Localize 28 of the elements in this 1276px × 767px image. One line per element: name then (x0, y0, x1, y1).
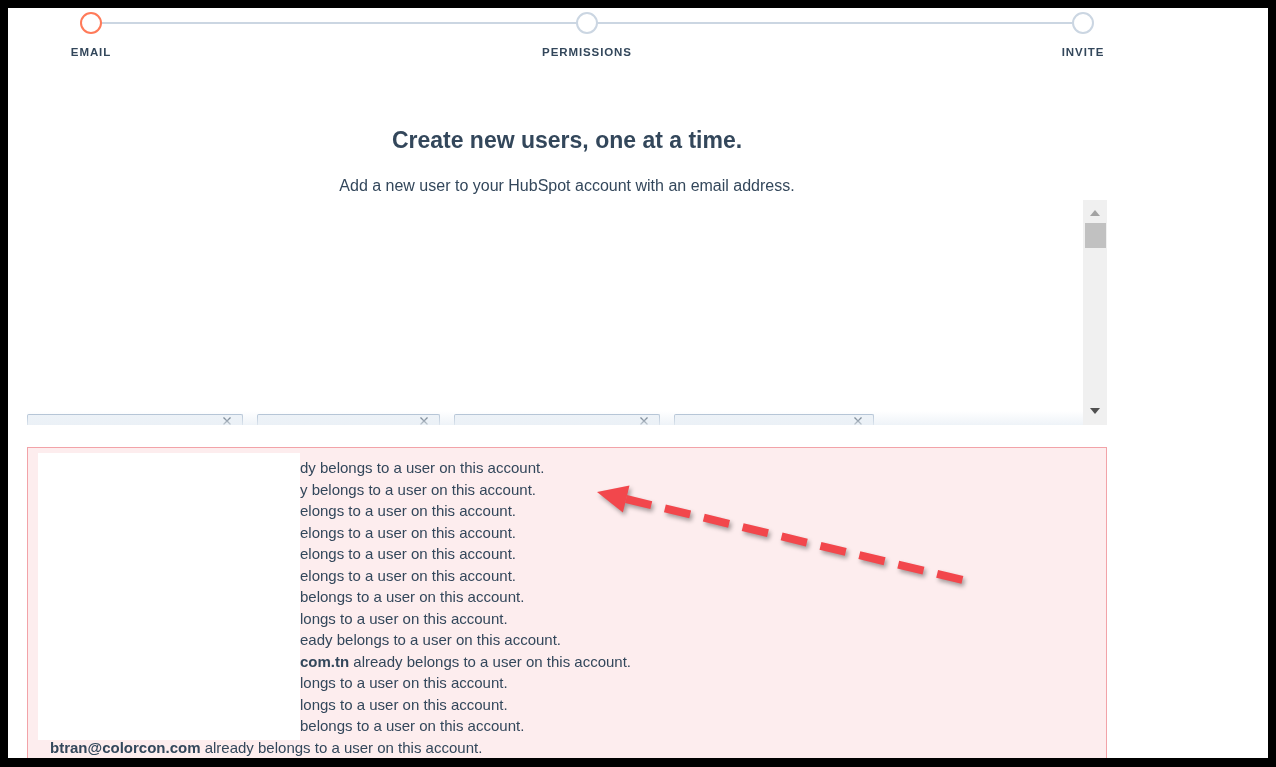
close-icon[interactable] (223, 417, 231, 425)
close-icon[interactable] (640, 417, 648, 425)
error-message: longs to a user on this account. (300, 608, 509, 629)
close-icon[interactable] (854, 417, 862, 425)
scrollbar-thumb[interactable] (1084, 223, 1106, 248)
error-message: belongs to a user on this account. (300, 587, 526, 607)
error-message: belongs to a user on this account. (300, 716, 526, 736)
scroll-down-icon[interactable] (1090, 408, 1100, 414)
error-message: btran@colorcon.com already belongs to a user on this account. (49, 737, 484, 758)
scrollbar[interactable] (1083, 200, 1107, 425)
scroll-up-icon[interactable] (1090, 210, 1100, 216)
error-message: longs to a user on this account. (300, 673, 509, 693)
error-message: elongs to a user on this account. (300, 565, 517, 586)
email-input-field[interactable] (27, 200, 1107, 425)
error-message: dy belongs to a user on this account. (300, 458, 546, 478)
error-message: com.tn already belongs to a user on this account. (300, 651, 631, 672)
step-label: EMAIL (70, 45, 112, 59)
page-heading: Create new users, one at a time. (390, 126, 744, 155)
error-message: longs to a user on this account. (300, 694, 509, 715)
error-message: elongs to a user on this account. (300, 522, 517, 543)
step-label: PERMISSIONS (542, 45, 632, 59)
error-message: elongs to a user on this account. (300, 544, 517, 564)
error-message: eady belongs to a user on this account. (300, 630, 562, 650)
error-message: elongs to a user on this account. (300, 501, 517, 521)
error-message: y belongs to a user on this account. (300, 479, 537, 500)
close-icon[interactable] (420, 417, 428, 425)
page-description: Add a new user to your HubSpot account with an email address. (338, 176, 796, 196)
step-label: INVITE (1061, 45, 1105, 59)
